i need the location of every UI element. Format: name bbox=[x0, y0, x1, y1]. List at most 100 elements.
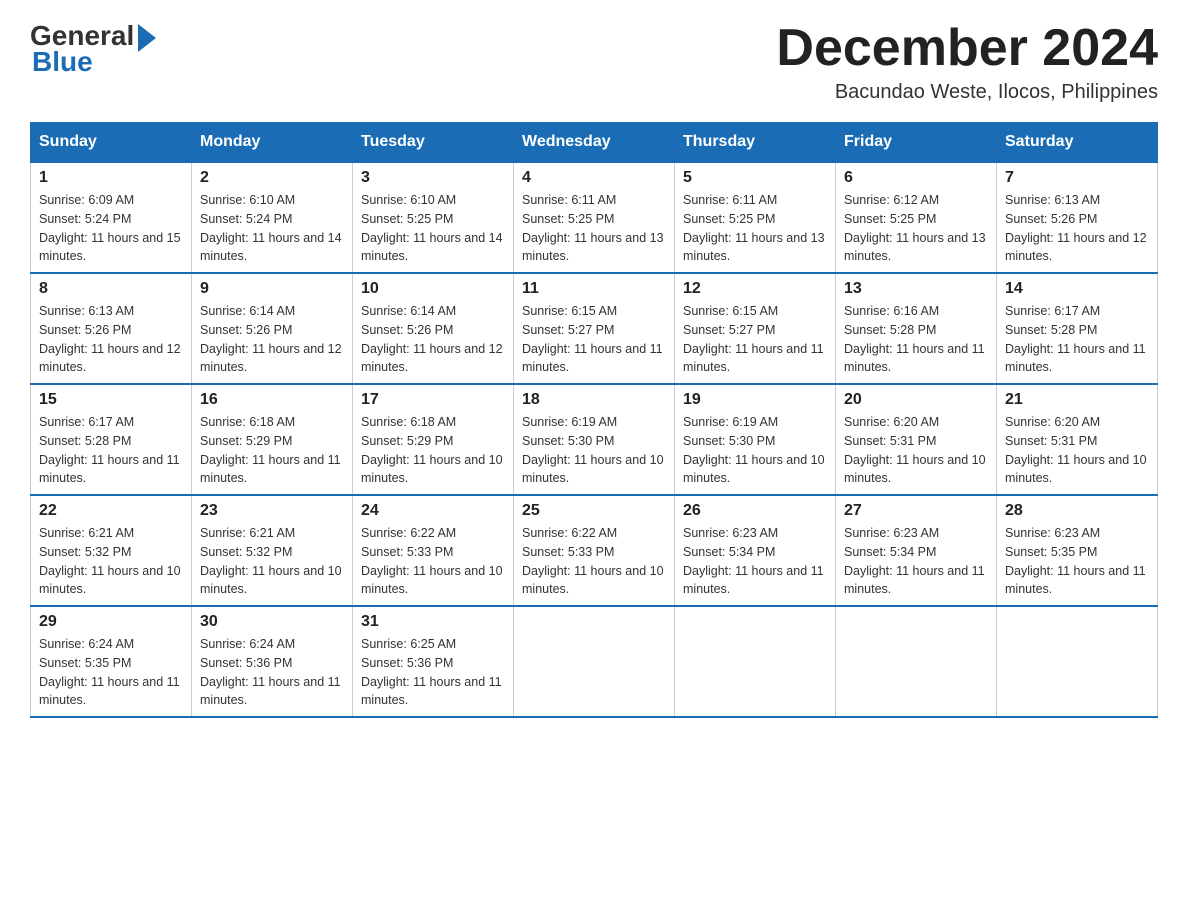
calendar-header-tuesday: Tuesday bbox=[353, 123, 514, 163]
day-info: Sunrise: 6:18 AM Sunset: 5:29 PM Dayligh… bbox=[200, 413, 344, 488]
sunrise-label: Sunrise: 6:13 AM bbox=[39, 304, 134, 318]
sunset-label: Sunset: 5:26 PM bbox=[39, 323, 131, 337]
calendar-week-row: 1 Sunrise: 6:09 AM Sunset: 5:24 PM Dayli… bbox=[31, 162, 1158, 273]
day-number: 2 bbox=[200, 169, 344, 187]
calendar-cell: 12 Sunrise: 6:15 AM Sunset: 5:27 PM Dayl… bbox=[675, 273, 836, 384]
day-number: 11 bbox=[522, 280, 666, 298]
sunset-label: Sunset: 5:28 PM bbox=[39, 434, 131, 448]
day-number: 5 bbox=[683, 169, 827, 187]
calendar-cell: 21 Sunrise: 6:20 AM Sunset: 5:31 PM Dayl… bbox=[997, 384, 1158, 495]
day-info: Sunrise: 6:21 AM Sunset: 5:32 PM Dayligh… bbox=[39, 524, 183, 599]
daylight-label: Daylight: 11 hours and 12 minutes. bbox=[200, 342, 342, 375]
sunrise-label: Sunrise: 6:18 AM bbox=[200, 415, 295, 429]
calendar-cell: 27 Sunrise: 6:23 AM Sunset: 5:34 PM Dayl… bbox=[836, 495, 997, 606]
calendar-header-friday: Friday bbox=[836, 123, 997, 163]
calendar-cell: 5 Sunrise: 6:11 AM Sunset: 5:25 PM Dayli… bbox=[675, 162, 836, 273]
day-info: Sunrise: 6:17 AM Sunset: 5:28 PM Dayligh… bbox=[1005, 302, 1149, 377]
day-number: 28 bbox=[1005, 502, 1149, 520]
sunrise-label: Sunrise: 6:22 AM bbox=[361, 526, 456, 540]
sunset-label: Sunset: 5:27 PM bbox=[522, 323, 614, 337]
calendar-cell: 2 Sunrise: 6:10 AM Sunset: 5:24 PM Dayli… bbox=[192, 162, 353, 273]
sunset-label: Sunset: 5:29 PM bbox=[361, 434, 453, 448]
day-number: 13 bbox=[844, 280, 988, 298]
calendar-header-monday: Monday bbox=[192, 123, 353, 163]
calendar-cell: 20 Sunrise: 6:20 AM Sunset: 5:31 PM Dayl… bbox=[836, 384, 997, 495]
sunrise-label: Sunrise: 6:11 AM bbox=[683, 193, 777, 207]
sunset-label: Sunset: 5:28 PM bbox=[844, 323, 936, 337]
day-number: 16 bbox=[200, 391, 344, 409]
calendar-cell: 28 Sunrise: 6:23 AM Sunset: 5:35 PM Dayl… bbox=[997, 495, 1158, 606]
sunrise-label: Sunrise: 6:20 AM bbox=[844, 415, 939, 429]
day-info: Sunrise: 6:15 AM Sunset: 5:27 PM Dayligh… bbox=[522, 302, 666, 377]
day-info: Sunrise: 6:23 AM Sunset: 5:34 PM Dayligh… bbox=[683, 524, 827, 599]
sunrise-label: Sunrise: 6:13 AM bbox=[1005, 193, 1100, 207]
day-number: 30 bbox=[200, 613, 344, 631]
sunrise-label: Sunrise: 6:10 AM bbox=[361, 193, 456, 207]
calendar-week-row: 15 Sunrise: 6:17 AM Sunset: 5:28 PM Dayl… bbox=[31, 384, 1158, 495]
sunrise-label: Sunrise: 6:20 AM bbox=[1005, 415, 1100, 429]
sunset-label: Sunset: 5:33 PM bbox=[522, 545, 614, 559]
sunset-label: Sunset: 5:29 PM bbox=[200, 434, 292, 448]
calendar-header-saturday: Saturday bbox=[997, 123, 1158, 163]
calendar-cell: 15 Sunrise: 6:17 AM Sunset: 5:28 PM Dayl… bbox=[31, 384, 192, 495]
calendar-cell bbox=[836, 606, 997, 717]
sunset-label: Sunset: 5:35 PM bbox=[39, 656, 131, 670]
sunset-label: Sunset: 5:36 PM bbox=[361, 656, 453, 670]
logo: General Blue bbox=[30, 20, 156, 78]
day-number: 19 bbox=[683, 391, 827, 409]
day-info: Sunrise: 6:20 AM Sunset: 5:31 PM Dayligh… bbox=[1005, 413, 1149, 488]
sunset-label: Sunset: 5:25 PM bbox=[361, 212, 453, 226]
daylight-label: Daylight: 11 hours and 11 minutes. bbox=[39, 675, 180, 708]
daylight-label: Daylight: 11 hours and 10 minutes. bbox=[200, 564, 342, 597]
sunset-label: Sunset: 5:34 PM bbox=[683, 545, 775, 559]
sunrise-label: Sunrise: 6:15 AM bbox=[522, 304, 617, 318]
sunset-label: Sunset: 5:25 PM bbox=[683, 212, 775, 226]
day-info: Sunrise: 6:14 AM Sunset: 5:26 PM Dayligh… bbox=[361, 302, 505, 377]
daylight-label: Daylight: 11 hours and 13 minutes. bbox=[683, 231, 825, 264]
calendar-cell: 6 Sunrise: 6:12 AM Sunset: 5:25 PM Dayli… bbox=[836, 162, 997, 273]
calendar-cell: 10 Sunrise: 6:14 AM Sunset: 5:26 PM Dayl… bbox=[353, 273, 514, 384]
day-info: Sunrise: 6:14 AM Sunset: 5:26 PM Dayligh… bbox=[200, 302, 344, 377]
day-number: 21 bbox=[1005, 391, 1149, 409]
day-number: 4 bbox=[522, 169, 666, 187]
calendar-header-sunday: Sunday bbox=[31, 123, 192, 163]
calendar-cell: 25 Sunrise: 6:22 AM Sunset: 5:33 PM Dayl… bbox=[514, 495, 675, 606]
calendar-cell: 22 Sunrise: 6:21 AM Sunset: 5:32 PM Dayl… bbox=[31, 495, 192, 606]
sunset-label: Sunset: 5:25 PM bbox=[844, 212, 936, 226]
day-number: 7 bbox=[1005, 169, 1149, 187]
daylight-label: Daylight: 11 hours and 10 minutes. bbox=[522, 453, 664, 486]
sunset-label: Sunset: 5:31 PM bbox=[844, 434, 936, 448]
day-number: 18 bbox=[522, 391, 666, 409]
calendar-cell: 14 Sunrise: 6:17 AM Sunset: 5:28 PM Dayl… bbox=[997, 273, 1158, 384]
day-number: 27 bbox=[844, 502, 988, 520]
day-info: Sunrise: 6:17 AM Sunset: 5:28 PM Dayligh… bbox=[39, 413, 183, 488]
location-title: Bacundao Weste, Ilocos, Philippines bbox=[776, 81, 1158, 104]
sunset-label: Sunset: 5:33 PM bbox=[361, 545, 453, 559]
day-info: Sunrise: 6:24 AM Sunset: 5:36 PM Dayligh… bbox=[200, 635, 344, 710]
day-info: Sunrise: 6:18 AM Sunset: 5:29 PM Dayligh… bbox=[361, 413, 505, 488]
sunrise-label: Sunrise: 6:21 AM bbox=[39, 526, 134, 540]
calendar-week-row: 22 Sunrise: 6:21 AM Sunset: 5:32 PM Dayl… bbox=[31, 495, 1158, 606]
sunset-label: Sunset: 5:24 PM bbox=[200, 212, 292, 226]
sunrise-label: Sunrise: 6:21 AM bbox=[200, 526, 295, 540]
calendar-cell: 18 Sunrise: 6:19 AM Sunset: 5:30 PM Dayl… bbox=[514, 384, 675, 495]
day-info: Sunrise: 6:10 AM Sunset: 5:24 PM Dayligh… bbox=[200, 191, 344, 266]
day-info: Sunrise: 6:19 AM Sunset: 5:30 PM Dayligh… bbox=[522, 413, 666, 488]
sunrise-label: Sunrise: 6:17 AM bbox=[39, 415, 134, 429]
daylight-label: Daylight: 11 hours and 11 minutes. bbox=[522, 342, 663, 375]
daylight-label: Daylight: 11 hours and 10 minutes. bbox=[361, 453, 503, 486]
daylight-label: Daylight: 11 hours and 10 minutes. bbox=[683, 453, 825, 486]
sunset-label: Sunset: 5:26 PM bbox=[200, 323, 292, 337]
calendar-header-wednesday: Wednesday bbox=[514, 123, 675, 163]
title-section: December 2024 Bacundao Weste, Ilocos, Ph… bbox=[776, 20, 1158, 104]
daylight-label: Daylight: 11 hours and 11 minutes. bbox=[683, 342, 824, 375]
calendar-cell: 23 Sunrise: 6:21 AM Sunset: 5:32 PM Dayl… bbox=[192, 495, 353, 606]
calendar-table: SundayMondayTuesdayWednesdayThursdayFrid… bbox=[30, 122, 1158, 718]
sunset-label: Sunset: 5:32 PM bbox=[200, 545, 292, 559]
sunrise-label: Sunrise: 6:10 AM bbox=[200, 193, 295, 207]
calendar-week-row: 8 Sunrise: 6:13 AM Sunset: 5:26 PM Dayli… bbox=[31, 273, 1158, 384]
daylight-label: Daylight: 11 hours and 11 minutes. bbox=[1005, 564, 1146, 597]
day-number: 26 bbox=[683, 502, 827, 520]
day-number: 15 bbox=[39, 391, 183, 409]
sunset-label: Sunset: 5:27 PM bbox=[683, 323, 775, 337]
